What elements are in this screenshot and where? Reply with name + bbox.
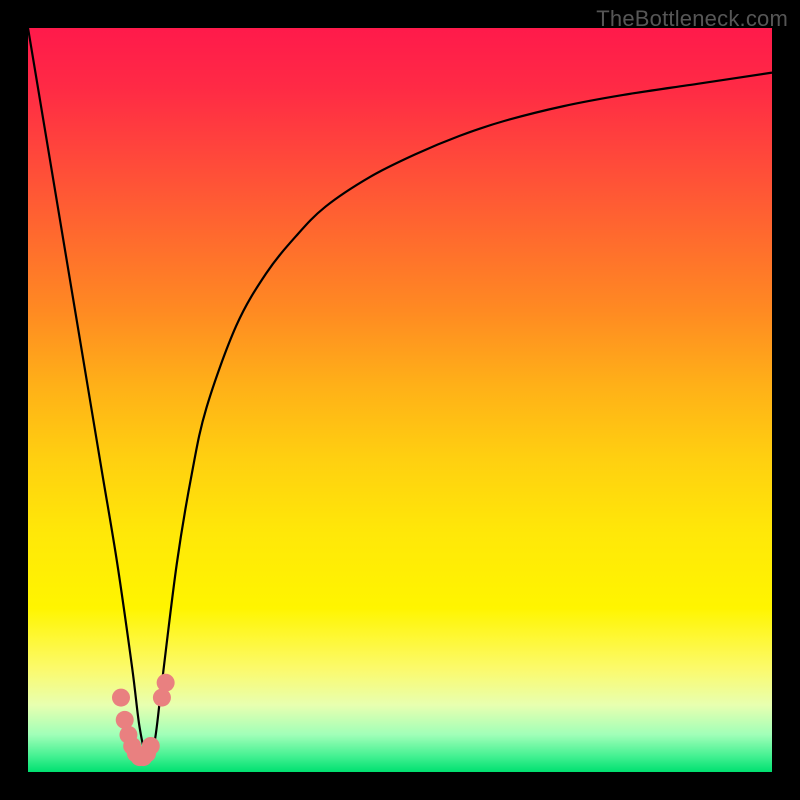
- data-marker: [142, 737, 160, 755]
- plot-area: [28, 28, 772, 772]
- curve-svg: [28, 28, 772, 772]
- watermark-text: TheBottleneck.com: [596, 6, 788, 32]
- data-marker: [157, 674, 175, 692]
- bottleneck-curve: [28, 28, 772, 758]
- data-markers: [112, 674, 175, 766]
- chart-frame: TheBottleneck.com: [0, 0, 800, 800]
- data-marker: [112, 689, 130, 707]
